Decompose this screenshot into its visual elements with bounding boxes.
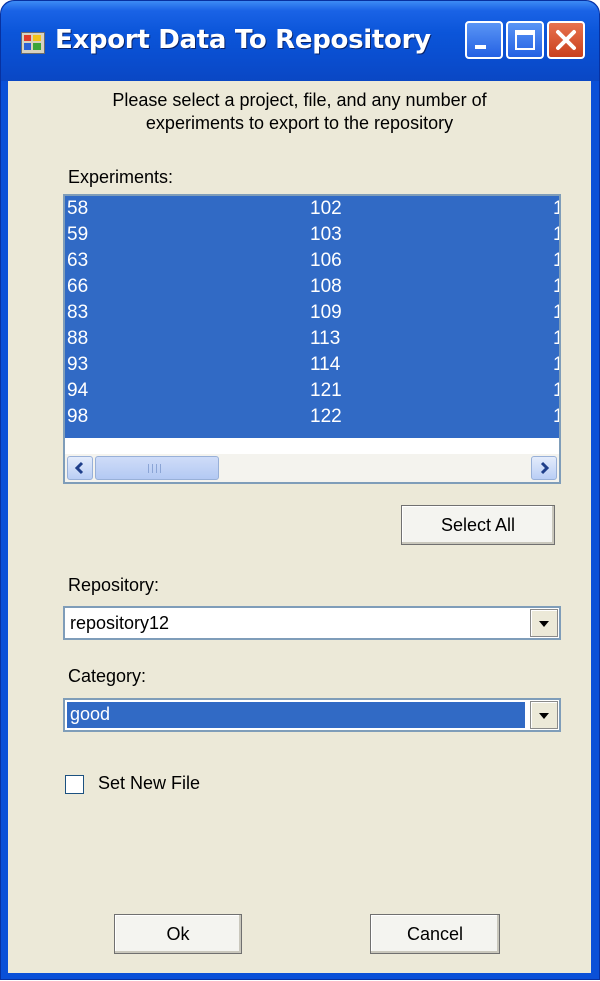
list-cell: 1 bbox=[553, 276, 559, 298]
list-item[interactable]: 59 103 1 bbox=[65, 223, 559, 248]
list-item[interactable]: 88 113 1 bbox=[65, 327, 559, 352]
experiments-listbox[interactable]: 58 102 1 59 103 1 63 106 1 66 108 1 bbox=[63, 194, 561, 484]
list-item[interactable]: 93 114 1 bbox=[65, 353, 559, 378]
category-dropdown-button[interactable] bbox=[530, 701, 558, 729]
list-cell: 106 bbox=[310, 250, 342, 271]
title-bar[interactable]: Export Data To Repository bbox=[1, 1, 599, 81]
list-cell: 113 bbox=[310, 328, 341, 349]
category-selected-value: good bbox=[67, 702, 525, 728]
list-item[interactable]: 66 108 1 bbox=[65, 275, 559, 300]
list-item[interactable]: 83 109 1 bbox=[65, 301, 559, 326]
app-window-icon[interactable] bbox=[21, 32, 45, 54]
experiments-rows: 58 102 1 59 103 1 63 106 1 66 108 1 bbox=[65, 196, 559, 438]
list-cell: 66 bbox=[67, 276, 89, 297]
scroll-left-button[interactable] bbox=[67, 456, 93, 480]
select-all-button[interactable]: Select All bbox=[401, 505, 555, 545]
chevron-down-icon bbox=[539, 713, 549, 719]
scrollbar-thumb[interactable] bbox=[95, 456, 219, 480]
minimize-icon bbox=[475, 45, 486, 49]
ok-button[interactable]: Ok bbox=[114, 914, 242, 954]
set-new-file-checkbox[interactable] bbox=[65, 775, 84, 794]
list-item[interactable]: 58 102 1 bbox=[65, 197, 559, 222]
close-button[interactable] bbox=[547, 21, 585, 59]
list-cell: 1 bbox=[553, 406, 559, 428]
list-cell: 1 bbox=[553, 380, 559, 402]
dialog-window: Export Data To Repository Please select … bbox=[0, 0, 600, 980]
category-dropdown[interactable]: good bbox=[63, 698, 561, 732]
list-cell: 1 bbox=[553, 302, 559, 324]
chevron-down-icon bbox=[539, 621, 549, 627]
list-cell: 98 bbox=[67, 406, 89, 427]
list-cell: 63 bbox=[67, 250, 89, 271]
list-cell: 103 bbox=[310, 224, 342, 245]
list-cell: 122 bbox=[310, 406, 342, 427]
window-title: Export Data To Repository bbox=[55, 25, 431, 55]
instructions-line-2: experiments to export to the repository bbox=[145, 113, 454, 133]
repository-dropdown[interactable]: repository12 bbox=[63, 606, 561, 640]
list-cell: 109 bbox=[310, 302, 342, 323]
chevron-right-icon bbox=[540, 461, 550, 475]
close-icon bbox=[556, 30, 576, 50]
experiments-label: Experiments: bbox=[68, 167, 174, 187]
maximize-icon bbox=[515, 30, 535, 50]
list-cell: 58 bbox=[67, 198, 89, 219]
category-label: Category: bbox=[68, 666, 147, 686]
minimize-button[interactable] bbox=[465, 21, 503, 59]
list-cell: 59 bbox=[67, 224, 89, 245]
list-item[interactable]: 63 106 1 bbox=[65, 249, 559, 274]
list-cell: 121 bbox=[310, 380, 342, 401]
list-cell: 1 bbox=[553, 224, 559, 246]
list-item[interactable]: 98 122 1 bbox=[65, 405, 559, 430]
instructions-line-1: Please select a project, file, and any n… bbox=[112, 90, 487, 110]
list-cell: 88 bbox=[67, 328, 89, 349]
instructions-text: Please select a project, file, and any n… bbox=[8, 89, 591, 135]
cancel-button[interactable]: Cancel bbox=[370, 914, 500, 954]
list-cell: 83 bbox=[67, 302, 89, 323]
list-cell: 93 bbox=[67, 354, 89, 375]
maximize-button[interactable] bbox=[506, 21, 544, 59]
list-cell: 1 bbox=[553, 354, 559, 376]
dialog-body: Please select a project, file, and any n… bbox=[8, 81, 591, 973]
list-cell: 94 bbox=[67, 380, 89, 401]
repository-dropdown-button[interactable] bbox=[530, 609, 558, 637]
repository-label: Repository: bbox=[68, 575, 160, 595]
set-new-file-label[interactable]: Set New File bbox=[98, 773, 200, 794]
chevron-left-icon bbox=[74, 461, 84, 475]
horizontal-scrollbar[interactable] bbox=[65, 454, 559, 482]
repository-selected-value: repository12 bbox=[70, 613, 170, 633]
list-cell: 114 bbox=[310, 354, 341, 375]
list-cell: 108 bbox=[310, 276, 342, 297]
list-cell: 102 bbox=[310, 198, 342, 219]
list-item[interactable]: 94 121 1 bbox=[65, 379, 559, 404]
list-cell: 1 bbox=[553, 198, 559, 220]
scroll-right-button[interactable] bbox=[531, 456, 557, 480]
list-cell: 1 bbox=[553, 328, 559, 350]
list-cell: 1 bbox=[553, 250, 559, 272]
